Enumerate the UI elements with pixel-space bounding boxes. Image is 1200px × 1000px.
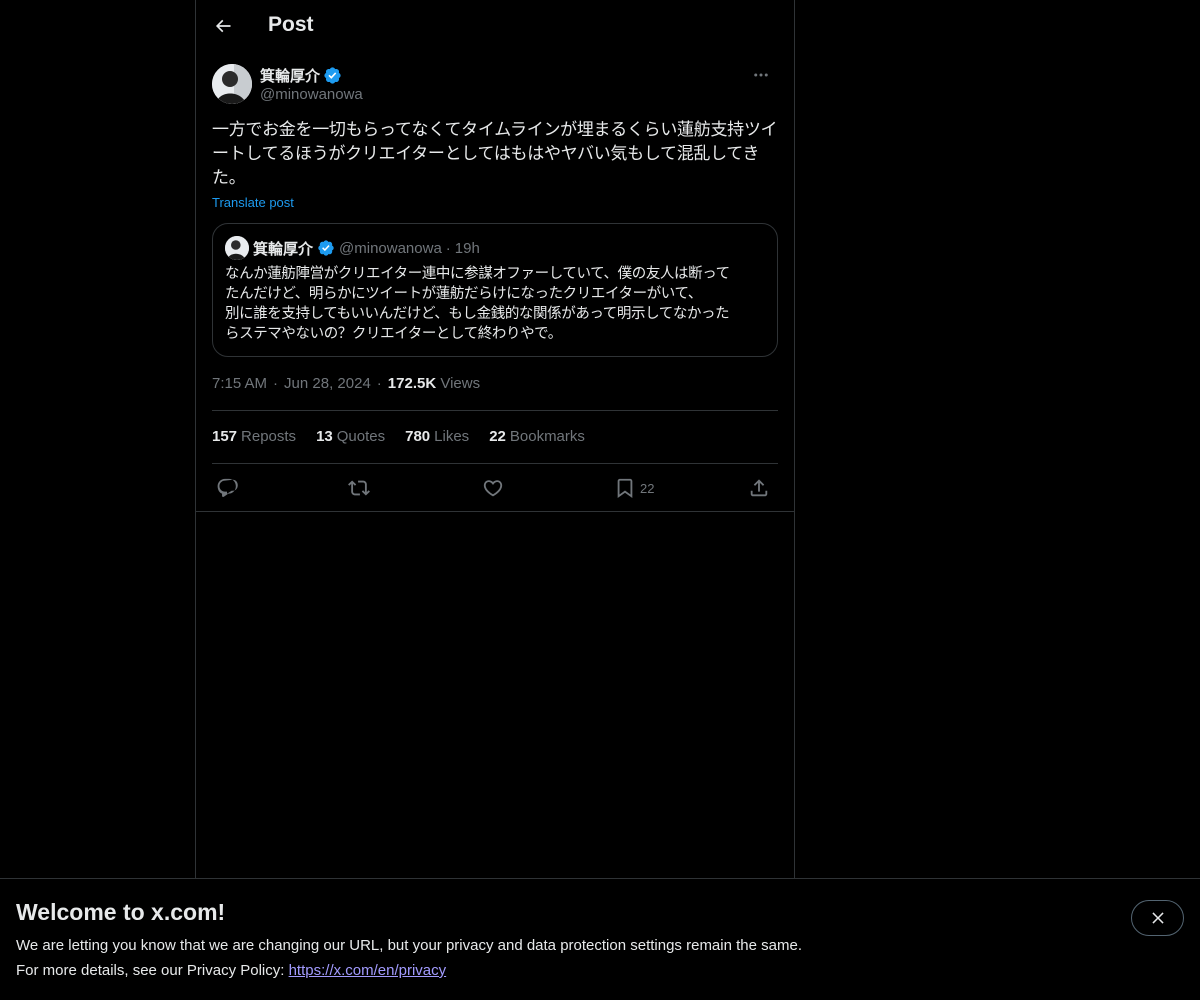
post-header: Post — [196, 0, 794, 54]
welcome-banner: Welcome to x.com! We are letting you kno… — [0, 878, 1200, 1000]
repost-icon — [348, 480, 370, 496]
repost-button[interactable] — [348, 474, 370, 502]
quoted-post-time: 19h — [454, 239, 480, 257]
back-button[interactable] — [206, 9, 240, 43]
heart-icon — [483, 480, 503, 497]
quoted-text-line: らステマやないの？クリエイターとして終わりやで。 — [225, 326, 562, 342]
page-title: Post — [268, 13, 314, 36]
views-stat[interactable]: 172.5K Views — [388, 375, 480, 392]
quotes-stat[interactable]: 13 Quotes — [316, 428, 385, 445]
share-icon — [750, 479, 768, 497]
quoted-author-name: 箕輪厚介 — [253, 240, 314, 258]
author-row: 箕輪厚介 @minowanowa — [212, 64, 778, 108]
quoted-post[interactable]: 箕輪厚介 @minowanowa · 19h なんか蓮舫陣営がクリエイター連中に… — [212, 223, 778, 357]
reply-button[interactable] — [216, 474, 238, 502]
verified-badge-icon — [324, 67, 341, 84]
author-avatar[interactable] — [212, 64, 252, 104]
bookmarks-stat[interactable]: 22 Bookmarks — [489, 428, 585, 445]
banner-privacy-line: For more details, see our Privacy Policy… — [16, 962, 446, 979]
author-handle[interactable]: @minowanowa — [260, 86, 363, 103]
reposts-label: Reposts — [241, 428, 297, 445]
bookmark-button[interactable]: 22 — [614, 474, 654, 502]
divider — [212, 463, 778, 464]
engagement-stats: 157 Reposts 13 Quotes 780 Likes 22 Bookmarks — [212, 428, 585, 445]
likes-count: 780 — [405, 428, 431, 445]
separator-dot: · — [376, 375, 382, 392]
bookmarks-count: 22 — [489, 428, 506, 445]
action-bar: 22 — [212, 474, 778, 502]
divider — [212, 410, 778, 411]
banner-title: Welcome to x.com! — [16, 899, 226, 925]
translate-post-link[interactable]: Translate post — [212, 195, 294, 210]
more-button[interactable] — [744, 64, 778, 86]
bookmarks-label: Bookmarks — [509, 428, 585, 445]
author-name-text: 箕輪厚介 — [260, 68, 321, 85]
share-button[interactable] — [748, 474, 770, 502]
views-count: 172.5K — [387, 375, 437, 392]
banner-privacy-prefix: For more details, see our Privacy Policy… — [16, 962, 289, 979]
quoted-text-line: なんか蓮舫陣営がクリエイター連中に参謀オファーしていて、僕の友人は断って — [225, 266, 730, 282]
quotes-label: Quotes — [336, 428, 386, 445]
like-button[interactable] — [482, 474, 504, 502]
post-time[interactable]: 7:15 AM — [212, 375, 267, 392]
reposts-count: 157 — [212, 428, 238, 445]
quoted-text-line: 別に誰を支持してもいいんだけど、もし金銭的な関係があって明示してなかった — [225, 306, 730, 322]
quoted-author-handle: @minowanowa — [339, 239, 442, 257]
close-icon — [1151, 912, 1164, 924]
divider — [196, 511, 794, 512]
bookmark-icon — [617, 478, 633, 499]
more-horizontal-icon — [754, 73, 768, 77]
post-meta: 7:15 AM · Jun 28, 2024 · 172.5K Views — [212, 375, 480, 392]
quoted-author-avatar — [225, 236, 249, 260]
post-column: Post 箕輪厚介 @minowanowa 一方でお金を一切もらってなくてタイム… — [195, 0, 795, 878]
post-text: 一方でお金を一切もらってなくてタイムラインが埋まるくらい蓮舫支持ツイートしてるほ… — [212, 120, 778, 188]
banner-close-button[interactable] — [1131, 900, 1184, 936]
separator-dot: · — [273, 375, 279, 392]
reply-icon — [217, 478, 238, 497]
reposts-stat[interactable]: 157 Reposts — [212, 428, 296, 445]
quoted-post-header: 箕輪厚介 @minowanowa · 19h — [225, 236, 480, 260]
author-name[interactable]: 箕輪厚介 — [260, 65, 342, 86]
bookmark-count: 22 — [640, 480, 655, 496]
quoted-text-line: たんだけど、明らかにツイートが蓮舫だらけになったクリエイターがいて、 — [225, 286, 702, 302]
privacy-policy-link[interactable]: https://x.com/en/privacy — [289, 962, 447, 979]
banner-message: We are letting you know that we are chan… — [16, 937, 802, 954]
post-date[interactable]: Jun 28, 2024 — [284, 375, 371, 392]
likes-stat[interactable]: 780 Likes — [405, 428, 469, 445]
quoted-post-text: なんか蓮舫陣営がクリエイター連中に参謀オファーしていて、僕の友人は断って たんだ… — [225, 264, 767, 344]
separator-dot: · — [445, 239, 451, 257]
views-label: Views — [440, 375, 481, 392]
verified-badge-icon — [318, 240, 334, 256]
quotes-count: 13 — [316, 428, 333, 445]
arrow-left-icon — [215, 19, 231, 33]
likes-label: Likes — [434, 428, 470, 445]
